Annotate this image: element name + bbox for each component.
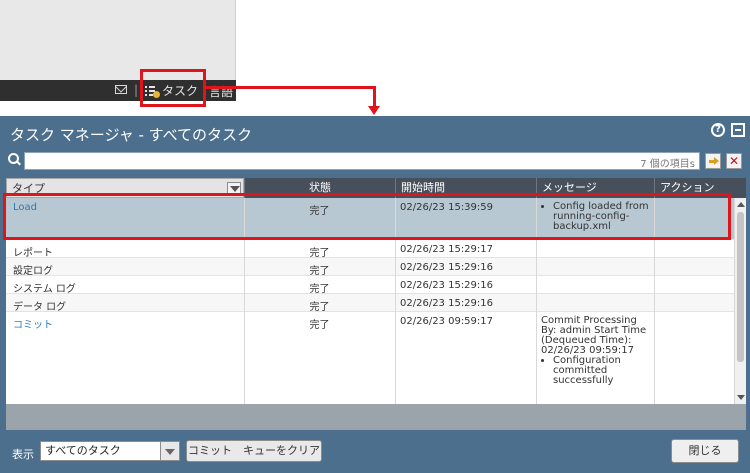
chevron-down-icon[interactable] xyxy=(160,441,180,461)
task-start-time: 02/26/23 15:29:16 xyxy=(400,262,494,273)
apply-filter-icon[interactable] xyxy=(705,153,721,169)
table-row[interactable]: システム ログ 完了 02/26/23 15:29:16 xyxy=(6,276,734,295)
show-label: 表示 xyxy=(12,448,34,461)
task-start-time: 02/26/23 15:29:16 xyxy=(400,298,494,309)
table-row[interactable]: データ ログ 完了 02/26/23 15:29:16 xyxy=(6,294,734,313)
task-status: 完了 xyxy=(309,320,330,331)
task-type: システム ログ xyxy=(13,284,76,295)
task-status: 完了 xyxy=(309,302,330,313)
scroll-thumb[interactable] xyxy=(737,212,744,362)
task-manager-dialog: タスク マネージャ - すべてのタスク ? 7 個の項目s ✕ タイプ 状態 開… xyxy=(0,116,750,473)
task-status: 完了 xyxy=(309,266,330,277)
help-icon[interactable]: ? xyxy=(711,123,725,137)
task-type-link[interactable]: コミット xyxy=(13,316,53,331)
minimize-icon[interactable] xyxy=(731,123,745,137)
message-bullet: Configuration committed successfully xyxy=(553,356,653,386)
task-type: 設定ログ xyxy=(13,266,53,277)
task-start-time: 02/26/23 09:59:17 xyxy=(400,316,494,327)
task-type: レポート xyxy=(13,248,53,259)
screenshot-stage: | タスク 言語 タスク マネージャ - すべてのタスク ? 7 個の項目s ✕ xyxy=(0,0,750,473)
clear-commit-queue-button[interactable]: コミット キューをクリア xyxy=(186,440,322,462)
highlight-box-tasks xyxy=(140,69,206,107)
scroll-down-icon[interactable] xyxy=(737,395,745,400)
message-text: Commit Processing By: admin Start Time (… xyxy=(541,315,647,356)
task-start-time: 02/26/23 15:29:17 xyxy=(400,244,494,255)
callout-arrow-head xyxy=(368,106,380,115)
search-icon xyxy=(8,153,20,165)
close-button[interactable]: 閉じる xyxy=(671,439,739,463)
clear-filter-icon[interactable]: ✕ xyxy=(726,153,742,169)
table-row[interactable]: コミット 完了 02/26/23 09:59:17 Commit Process… xyxy=(6,312,734,404)
dialog-title: タスク マネージャ - すべてのタスク xyxy=(10,126,253,144)
task-filter-value: すべてのタスク xyxy=(45,444,121,457)
mail-icon[interactable] xyxy=(115,85,127,94)
callout-arrow-line xyxy=(206,86,376,89)
table-footer xyxy=(6,404,746,430)
table-row[interactable]: 設定ログ 完了 02/26/23 15:29:16 xyxy=(6,258,734,277)
task-filter-select[interactable]: すべてのタスク xyxy=(40,441,180,461)
table-row[interactable]: レポート 完了 02/26/23 15:29:17 xyxy=(6,240,734,259)
search-input[interactable]: 7 個の項目s xyxy=(24,152,700,170)
task-type: データ ログ xyxy=(13,302,67,313)
task-status: 完了 xyxy=(309,284,330,295)
vertical-scrollbar[interactable] xyxy=(734,198,746,404)
status-separator: | xyxy=(134,83,139,97)
callout-arrow-line xyxy=(373,86,376,107)
item-count: 7 個の項目s xyxy=(640,159,695,170)
task-start-time: 02/26/23 15:29:16 xyxy=(400,280,494,291)
highlight-box-load-row xyxy=(3,193,731,240)
task-status: 完了 xyxy=(309,248,330,259)
scroll-up-icon[interactable] xyxy=(737,202,745,207)
task-message: Commit Processing By: admin Start Time (… xyxy=(541,316,653,386)
app-background xyxy=(0,0,236,80)
